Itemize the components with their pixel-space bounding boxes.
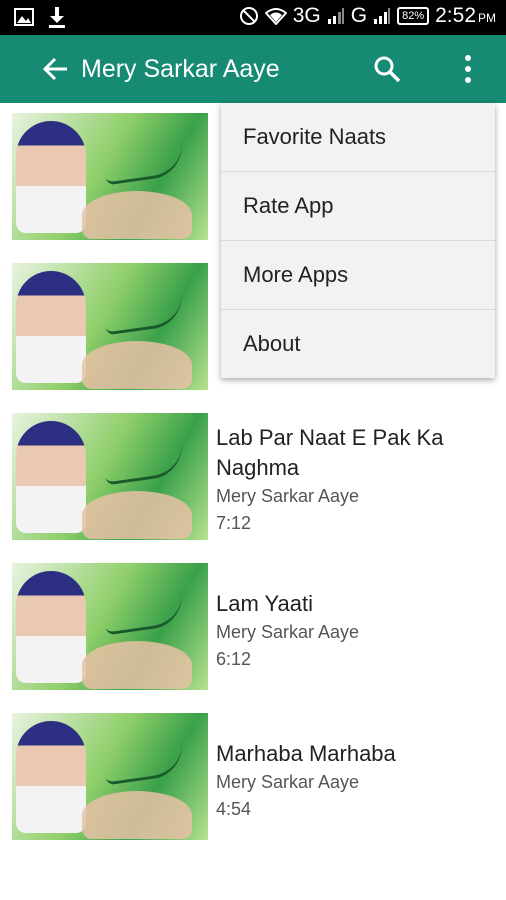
overflow-menu: Favorite Naats Rate App More Apps About (221, 103, 495, 378)
system-status: 3G G 82% 2:52 PM (239, 4, 496, 28)
naat-thumbnail (12, 263, 208, 390)
app-bar: Mery Sarkar Aaye (0, 35, 506, 103)
menu-item-label: About (243, 331, 301, 356)
naat-duration: 6:12 (216, 649, 252, 669)
list-item[interactable]: Marhaba Marhaba Mery Sarkar Aaye 4:54 (0, 703, 506, 853)
menu-item-label: Favorite Naats (243, 124, 387, 149)
list-item[interactable]: Lab Par Naat E Pak Ka Naghma Mery Sarkar… (0, 403, 506, 554)
page-title: Mery Sarkar Aaye (81, 55, 280, 83)
wifi-icon (264, 8, 287, 25)
naat-album: Mery Sarkar Aaye (216, 772, 360, 792)
clock-ampm: PM (478, 11, 496, 25)
list-item[interactable]: Lam Yaati Mery Sarkar Aaye 6:12 (0, 553, 506, 704)
naat-title: Lam Yaati (216, 591, 314, 616)
search-icon[interactable] (371, 53, 403, 85)
do-not-disturb-icon (239, 7, 258, 25)
battery-indicator: 82% (397, 7, 430, 25)
menu-item-more-apps[interactable]: More Apps (221, 241, 495, 310)
download-icon (49, 7, 65, 28)
naat-album: Mery Sarkar Aaye (216, 622, 360, 642)
status-bar: 3G G 82% 2:52 PM (0, 0, 506, 35)
network-type-2: G (350, 4, 368, 27)
image-icon (14, 8, 34, 26)
notification-icons (14, 6, 66, 28)
naat-thumbnail (12, 413, 208, 540)
naat-title: Marhaba Marhaba (216, 741, 396, 766)
menu-item-label: More Apps (243, 262, 349, 287)
naat-duration: 4:54 (216, 799, 252, 819)
signal-icon (327, 8, 344, 24)
naat-duration: 7:12 (216, 513, 252, 533)
naat-title: Lab Par Naat E Pak Ka Naghma (216, 425, 444, 480)
menu-item-rate-app[interactable]: Rate App (221, 172, 495, 241)
menu-item-favorite-naats[interactable]: Favorite Naats (221, 103, 495, 172)
clock-time: 2:52 (435, 4, 476, 27)
back-arrow-icon[interactable] (40, 53, 72, 85)
naat-thumbnail (12, 113, 208, 240)
naat-thumbnail (12, 713, 208, 840)
naat-album: Mery Sarkar Aaye (216, 486, 360, 506)
menu-item-label: Rate App (243, 193, 334, 218)
more-vert-icon[interactable] (453, 51, 483, 87)
network-type-1: 3G (292, 4, 321, 27)
signal-icon-2 (374, 8, 391, 24)
naat-thumbnail (12, 563, 208, 690)
clock: 2:52 PM (435, 4, 496, 28)
menu-item-about[interactable]: About (221, 310, 495, 378)
